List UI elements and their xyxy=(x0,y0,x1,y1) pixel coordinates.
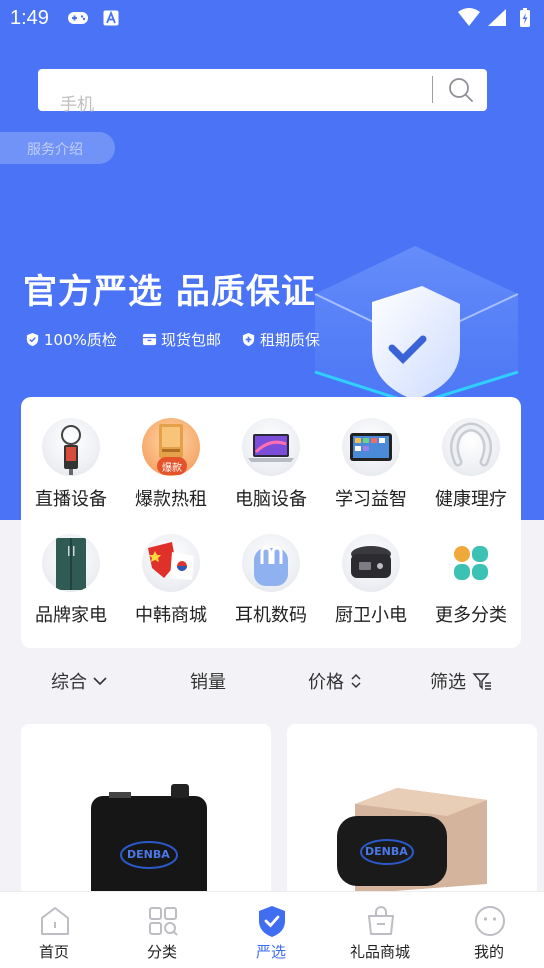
category-item-computer[interactable]: 电脑设备 xyxy=(221,397,321,510)
feature-in-stock: 现货包邮 xyxy=(142,329,221,349)
profile-face-icon xyxy=(475,906,505,936)
tab-mine[interactable]: 我的 xyxy=(435,892,543,968)
category-label: 品牌家电 xyxy=(35,605,107,626)
feature-label: 现货包邮 xyxy=(161,330,222,349)
search-divider xyxy=(432,76,433,103)
sort-label: 价格 xyxy=(308,672,344,693)
sort-updown-icon xyxy=(351,673,361,689)
shield-illustration xyxy=(314,246,519,404)
category-label: 更多分类 xyxy=(435,605,507,626)
refrigerator-icon xyxy=(42,534,100,592)
a-icon xyxy=(103,10,119,26)
hot-badge-label: 爆款 xyxy=(162,463,182,474)
category-grid-icon xyxy=(149,907,178,936)
service-intro-tag[interactable]: 服务介绍 xyxy=(0,132,115,164)
tab-label: 首页 xyxy=(38,943,69,961)
category-label: 厨卫小电 xyxy=(335,605,407,626)
china-korea-flag-icon xyxy=(142,534,200,592)
category-item-live-device[interactable]: 直播设备 xyxy=(21,397,121,510)
category-label: 中韩商城 xyxy=(135,605,207,626)
category-item-appliance[interactable]: 品牌家电 xyxy=(21,513,121,626)
home-icon xyxy=(41,907,69,935)
tab-label: 我的 xyxy=(473,943,504,961)
category-card: 直播设备 爆款 爆款热租 电脑设备 学习益智 健康理疗 品牌家电 中韩商城 耳机… xyxy=(21,397,521,648)
product-card[interactable]: DENBA xyxy=(287,724,537,904)
feature-label: 100%质检 xyxy=(44,330,117,349)
category-item-hot-rental[interactable]: 爆款 爆款热租 xyxy=(121,397,221,510)
status-time: 1:49 xyxy=(10,7,49,29)
earbuds-icon xyxy=(242,534,300,592)
category-item-more[interactable]: 更多分类 xyxy=(421,513,521,626)
sort-filter[interactable]: 筛选 xyxy=(430,668,492,694)
category-label: 爆款热租 xyxy=(135,489,207,510)
product-card[interactable]: DENBA xyxy=(21,724,271,904)
tab-home[interactable]: 首页 xyxy=(0,892,108,968)
category-item-learning[interactable]: 学习益智 xyxy=(321,397,421,510)
category-item-china-korea[interactable]: 中韩商城 xyxy=(121,513,221,626)
filter-icon xyxy=(472,673,491,690)
shield-plus-icon xyxy=(242,332,255,346)
product-brand-logo: DENBA xyxy=(127,848,170,861)
service-intro-label: 服务介绍 xyxy=(27,142,83,158)
neck-massager-icon xyxy=(442,418,500,476)
sort-price[interactable]: 价格 xyxy=(308,668,362,694)
tab-label: 严选 xyxy=(255,943,286,961)
sort-comprehensive[interactable]: 综合 xyxy=(51,668,107,694)
category-label: 耳机数码 xyxy=(235,605,307,626)
tablet-icon xyxy=(342,418,400,476)
tab-category[interactable]: 分类 xyxy=(108,892,216,968)
status-bar: 1:49 xyxy=(0,0,544,38)
search-input[interactable]: 手机 xyxy=(60,90,94,115)
category-label: 直播设备 xyxy=(35,489,107,510)
category-label: 学习益智 xyxy=(335,489,407,510)
tab-gift-mall[interactable]: 礼品商城 xyxy=(326,892,434,968)
search-bar[interactable]: 手机 xyxy=(38,69,487,115)
live-stream-device-icon xyxy=(42,418,100,476)
search-icon[interactable] xyxy=(443,73,479,107)
gift-bag-icon xyxy=(368,906,394,935)
category-item-kitchen[interactable]: 厨卫小电 xyxy=(321,513,421,626)
shield-check-icon xyxy=(259,906,285,937)
wifi-icon xyxy=(458,8,480,26)
banner-headline: 官方严选 品质保证 xyxy=(23,272,316,312)
denba-gold-device-image xyxy=(337,788,487,894)
tab-label: 礼品商城 xyxy=(349,943,410,961)
rice-cooker-icon xyxy=(342,534,400,592)
shield-check-icon xyxy=(26,332,39,346)
sort-label: 销量 xyxy=(190,672,226,693)
category-label: 电脑设备 xyxy=(235,489,307,510)
sort-label: 综合 xyxy=(51,672,87,693)
tab-label: 分类 xyxy=(146,943,177,961)
laptop-icon xyxy=(242,418,300,476)
chevron-down-icon xyxy=(93,677,107,686)
category-item-earphones[interactable]: 耳机数码 xyxy=(221,513,321,626)
system-indicators xyxy=(458,8,530,27)
sort-label: 筛选 xyxy=(430,672,466,693)
sort-bar: 综合 销量 价格 筛选 xyxy=(0,662,544,700)
category-label: 健康理疗 xyxy=(435,489,507,510)
battery-icon xyxy=(520,8,530,27)
bottom-tab-bar: 首页 分类 严选 礼品商城 我的 xyxy=(0,891,544,968)
tab-curated[interactable]: 严选 xyxy=(217,892,325,968)
gamepad-icon xyxy=(68,12,88,24)
more-categories-icon xyxy=(442,534,500,592)
feature-quality-check: 100%质检 xyxy=(25,329,117,349)
product-brand-logo: DENBA xyxy=(365,845,408,858)
feature-warranty: 租期质保 xyxy=(241,329,320,349)
box-icon xyxy=(142,333,157,345)
denba-black-device-image xyxy=(91,784,207,904)
signal-icon xyxy=(488,9,506,26)
sort-sales[interactable]: 销量 xyxy=(190,668,226,694)
category-item-health[interactable]: 健康理疗 xyxy=(421,397,521,510)
